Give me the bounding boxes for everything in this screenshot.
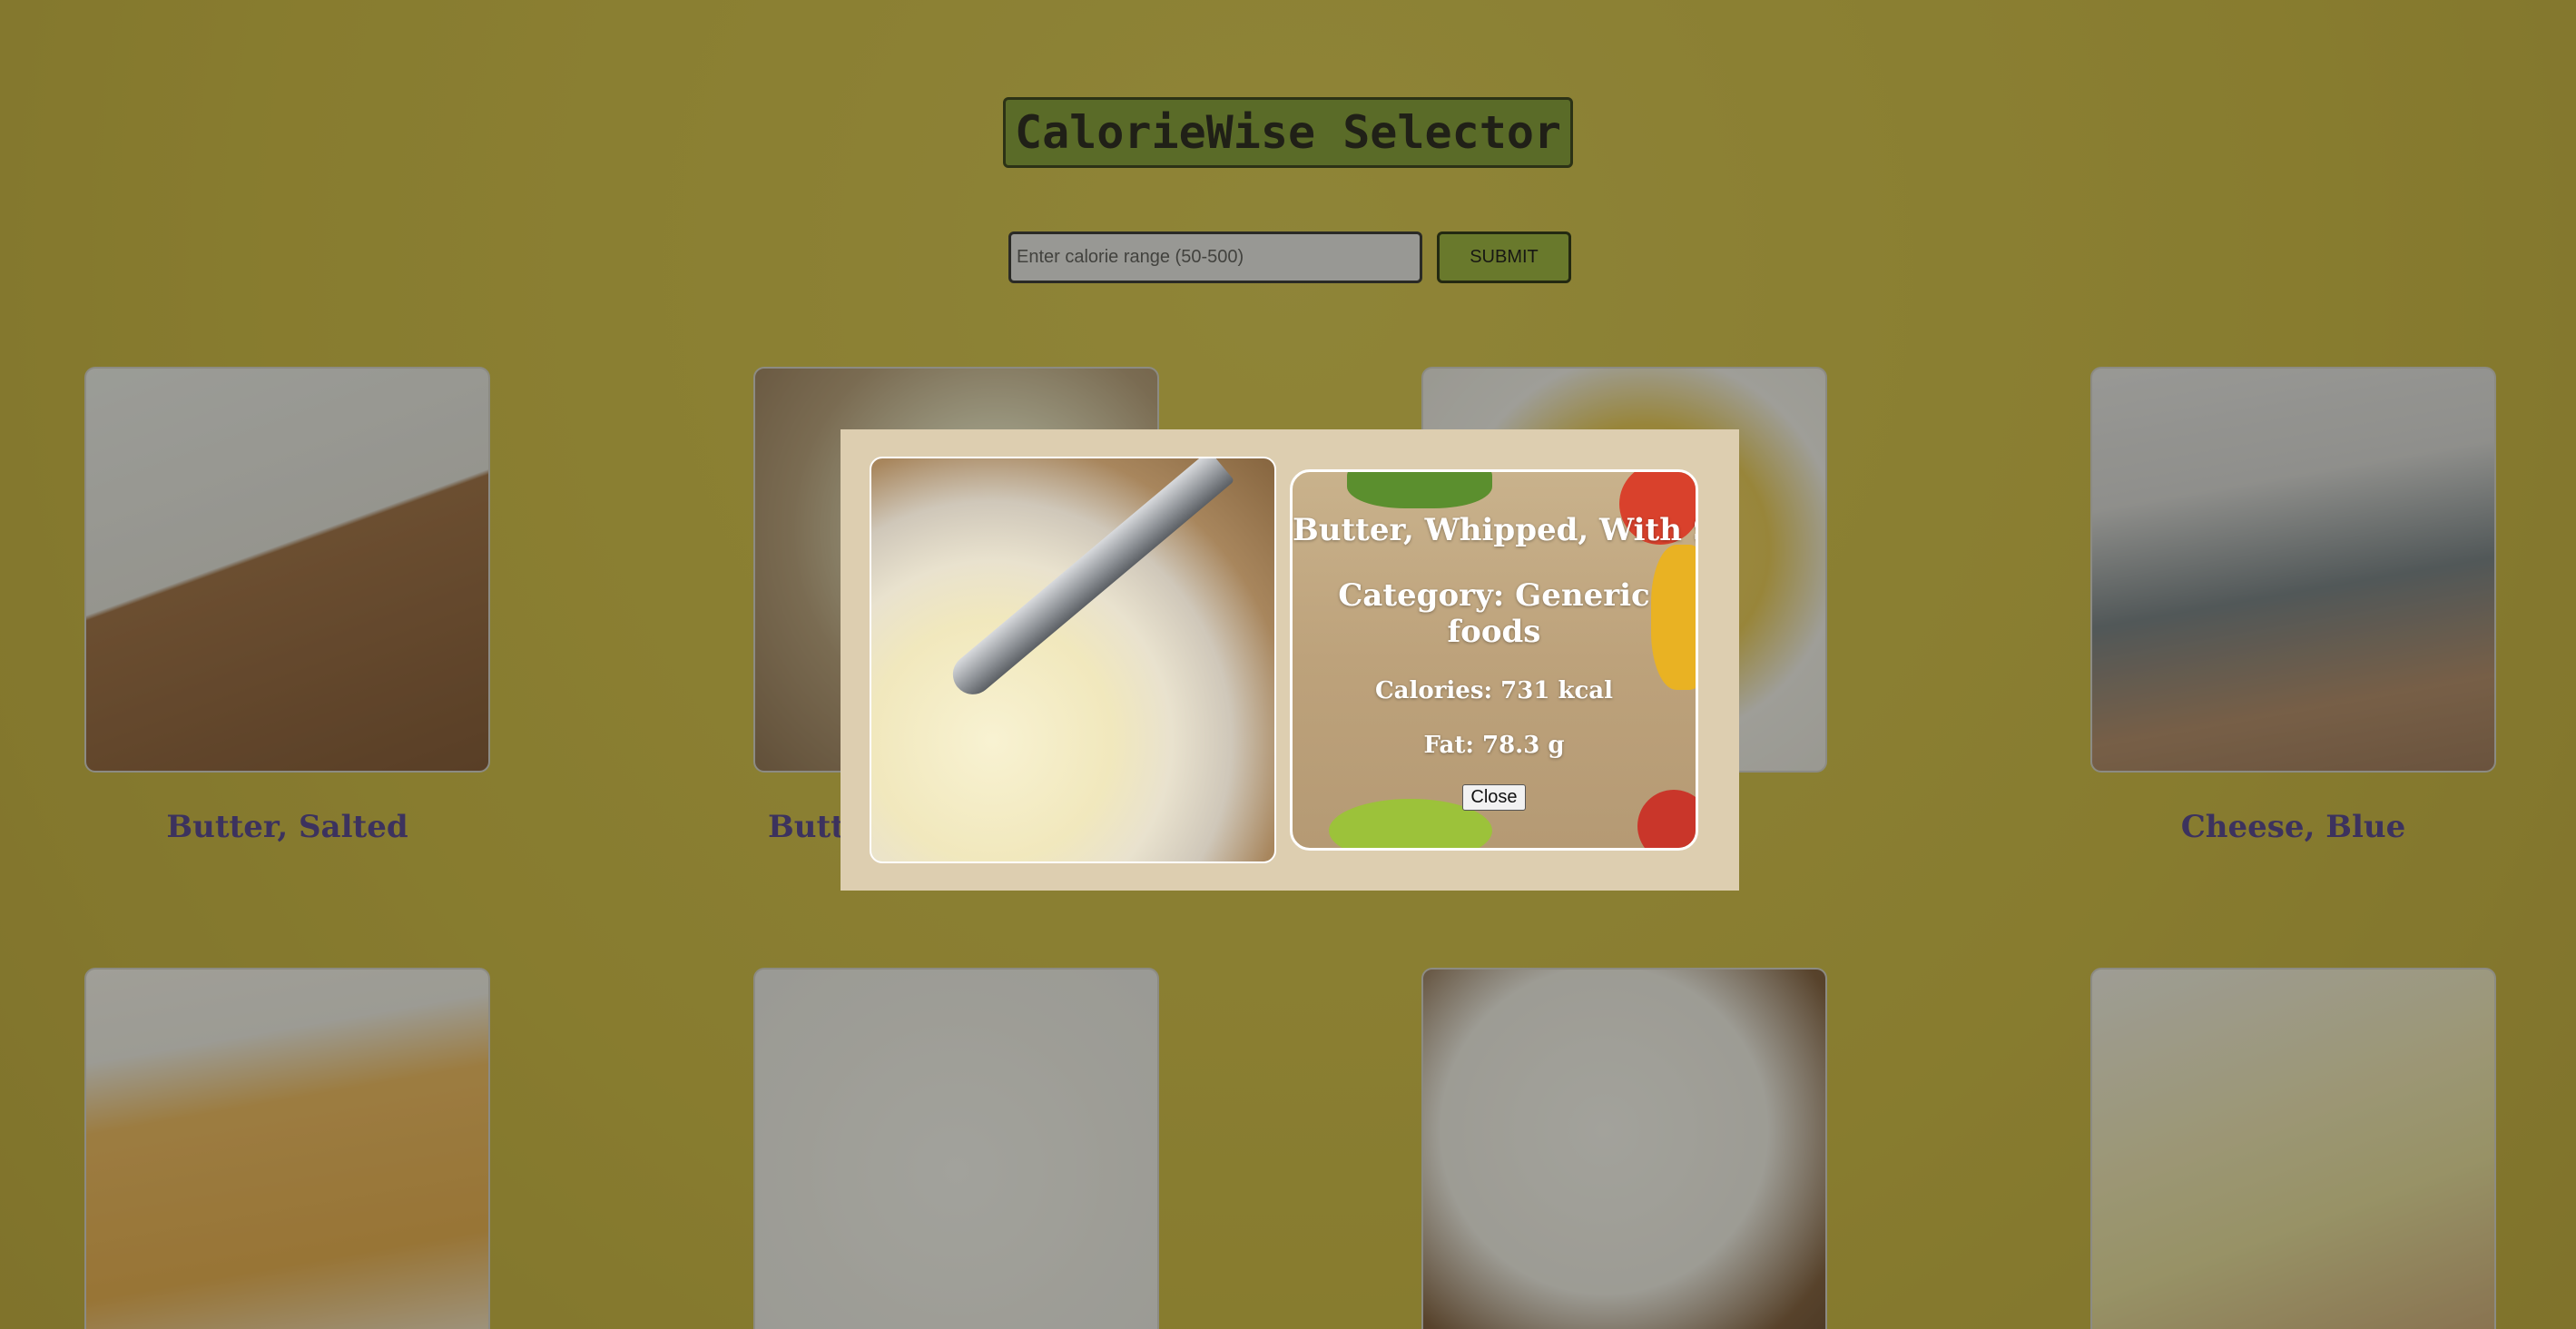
modal-calories: Calories: 731 kcal [1374, 677, 1614, 704]
butter-knife-graphic [944, 458, 1235, 703]
close-button[interactable]: Close [1462, 784, 1526, 811]
herb-graphic [1347, 472, 1492, 508]
modal-food-title: Butter, Whipped, With Salt [1293, 512, 1696, 548]
modal-food-category: Category: Generic foods [1338, 577, 1650, 650]
tomato-graphic [1637, 790, 1696, 848]
food-detail-modal: Butter, Whipped, With Salt Category: Gen… [841, 429, 1739, 891]
modal-fat: Fat: 78.3 g [1423, 732, 1565, 759]
modal-info-panel: Butter, Whipped, With Salt Category: Gen… [1290, 469, 1698, 851]
modal-food-image [870, 457, 1276, 863]
